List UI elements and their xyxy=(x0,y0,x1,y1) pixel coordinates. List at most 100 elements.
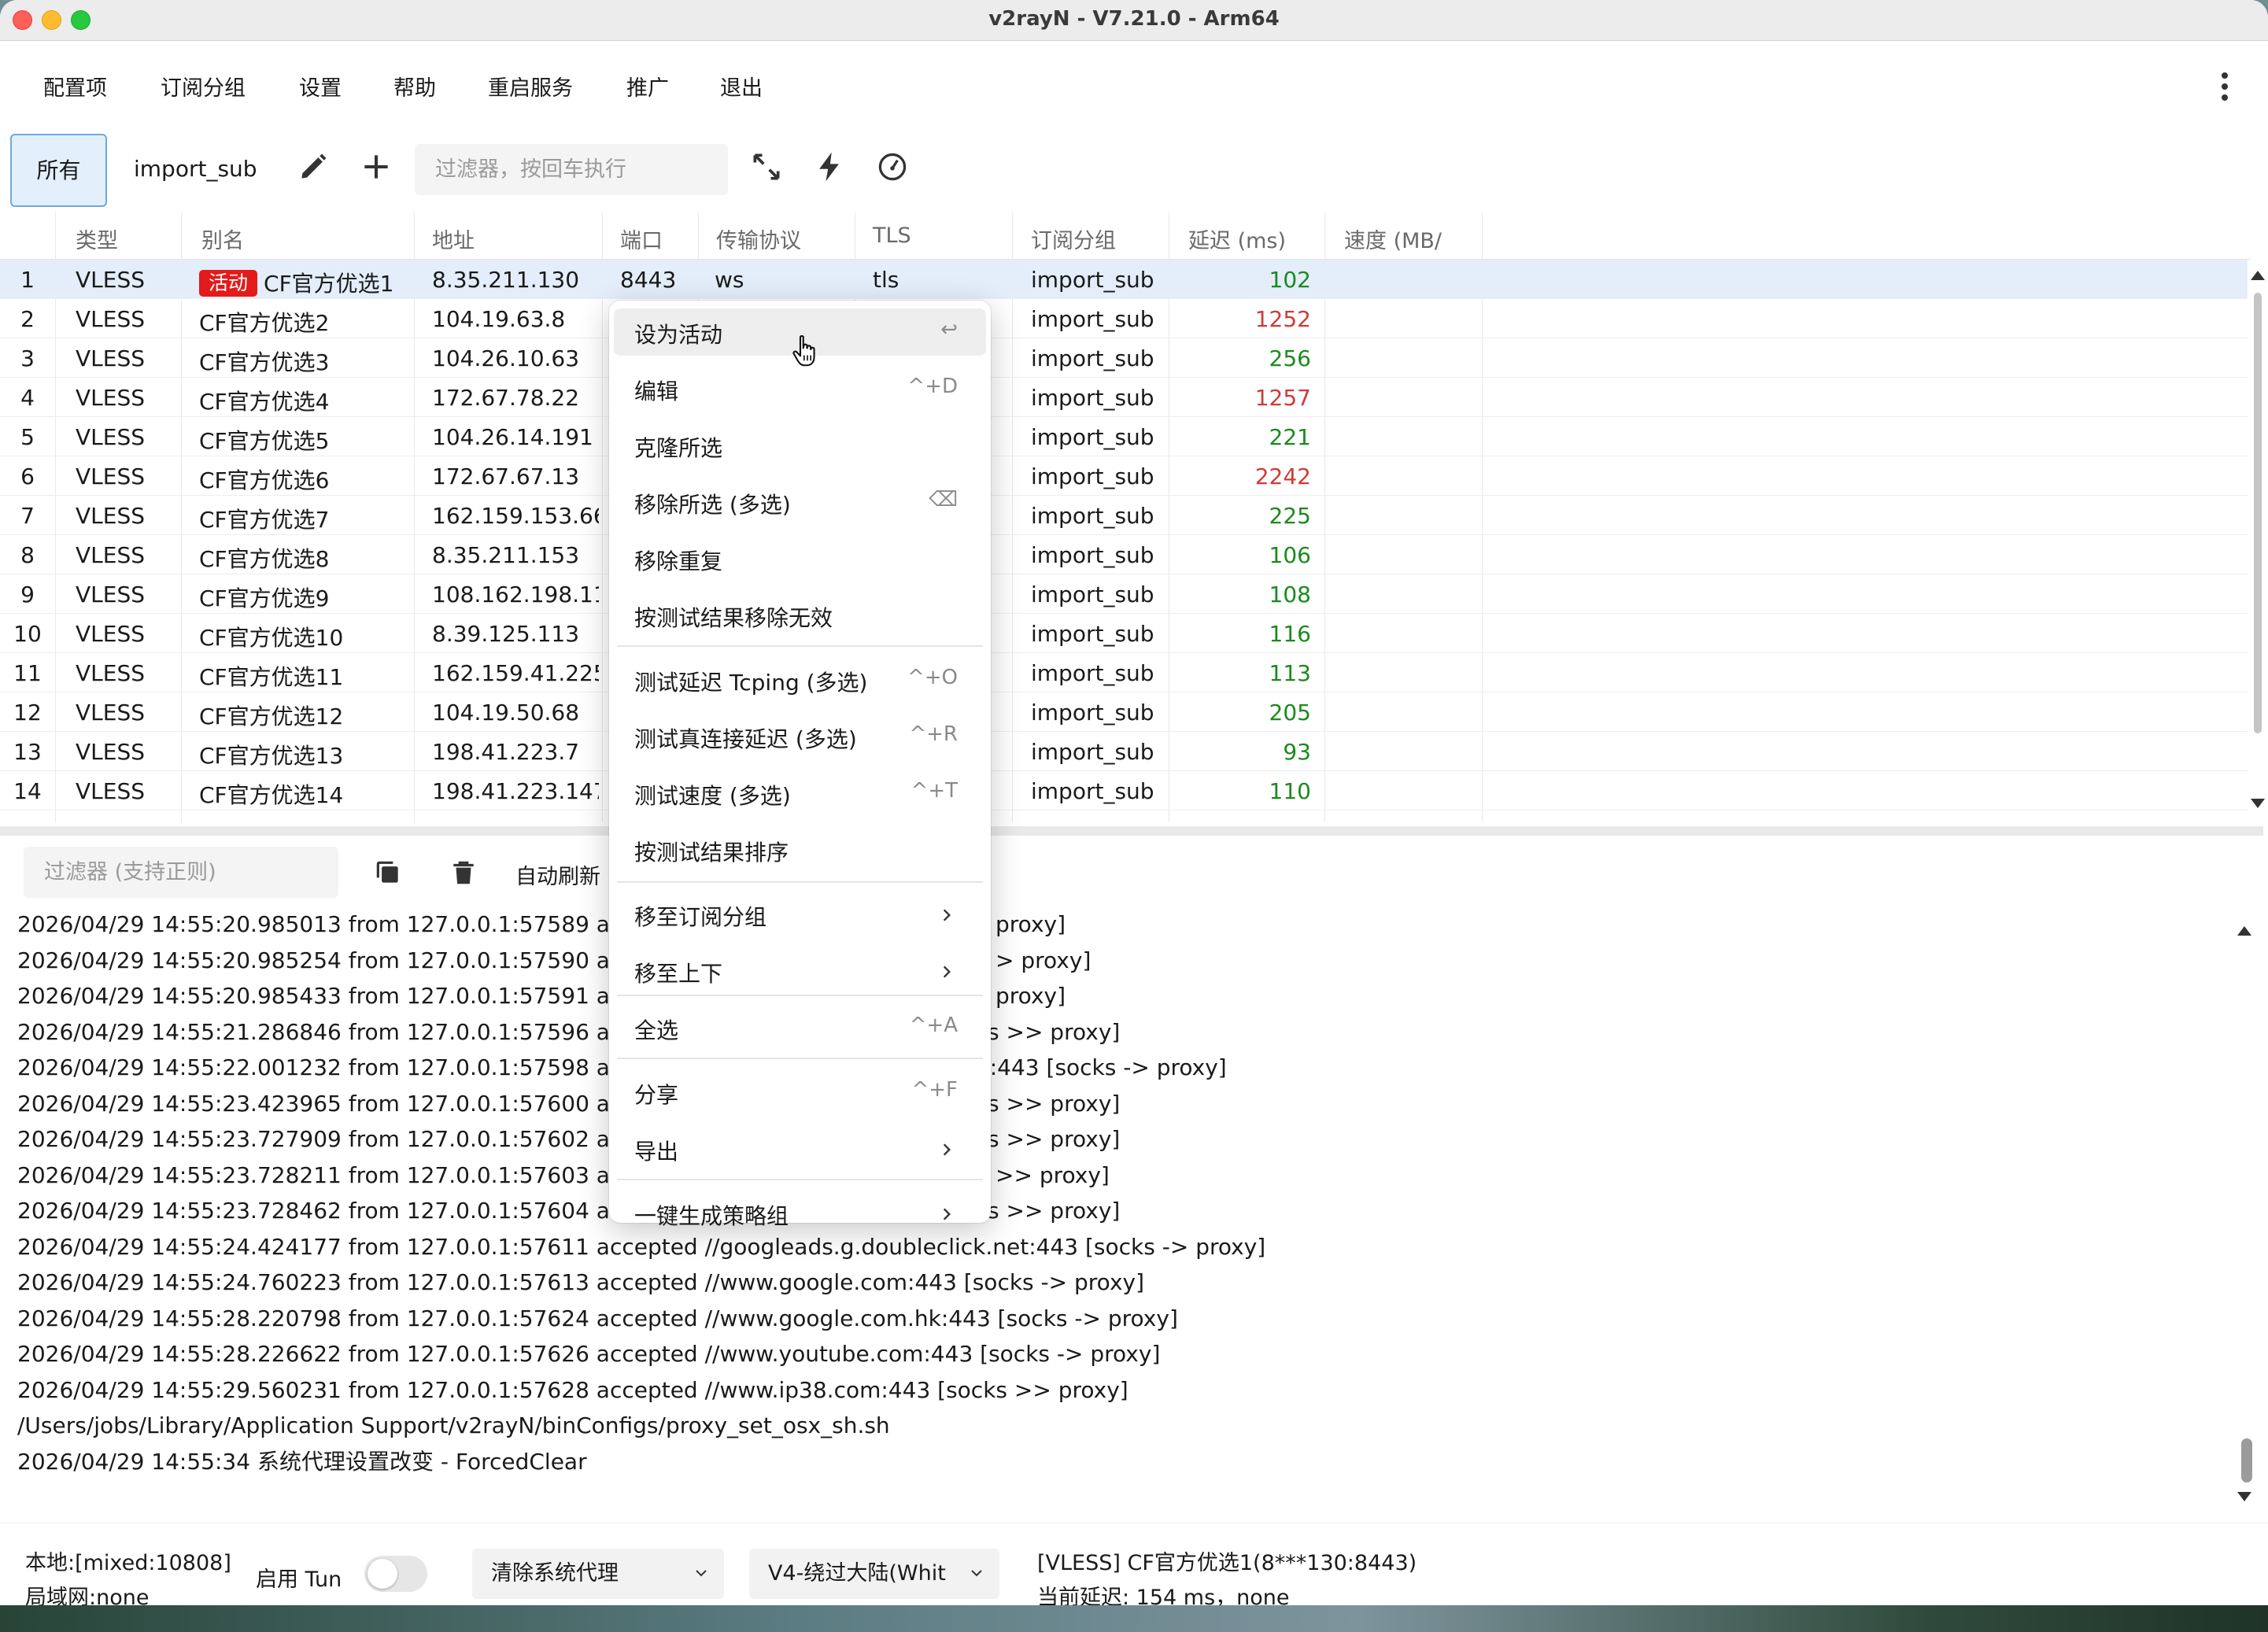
menu-item-remove-invalid[interactable]: 按测试结果移除无效 xyxy=(609,592,991,639)
table-row[interactable]: 11 VLESS CF官方优选11 162.159.41.225 import_sub 1… xyxy=(0,653,2248,692)
lightning-icon[interactable] xyxy=(812,150,847,184)
menu-item-label: 克隆所选 xyxy=(634,435,723,461)
server-table-header: 类型 别名 地址 端口 传输协议 TLS 订阅分组 延迟 (ms) 速度 (MB… xyxy=(0,212,2251,260)
menu-item-sort-by-result[interactable]: 按测试结果排序 xyxy=(609,826,991,873)
row-type: VLESS xyxy=(76,621,145,647)
menu-bar: 配置项 订阅分组 设置 帮助 重启服务 推广 退出 xyxy=(0,65,2268,109)
table-row[interactable]: 5 VLESS CF官方优选5 104.26.14.191 import_sub 221 xyxy=(0,417,2248,456)
column-alias[interactable]: 别名 xyxy=(201,223,244,254)
menu-item-edit[interactable]: 编辑 ^+D xyxy=(609,365,991,412)
menu-help[interactable]: 帮助 xyxy=(393,71,436,102)
table-row[interactable]: 7 VLESS CF官方优选7 162.159.153.66 import_sub 225 xyxy=(0,496,2248,535)
tab-import-sub[interactable]: import_sub xyxy=(134,156,257,182)
table-row[interactable]: 14 VLESS CF官方优选14 198.41.223.147 import_sub 1… xyxy=(0,771,2248,810)
row-index: 2 xyxy=(20,306,35,332)
table-row[interactable]: 12 VLESS CF官方优选12 104.19.50.68 import_sub 205 xyxy=(0,692,2248,732)
auto-refresh-label[interactable]: 自动刷新 xyxy=(515,859,600,890)
menu-item-shortcut: ↩ xyxy=(940,318,958,342)
menu-restart-service[interactable]: 重启服务 xyxy=(488,71,573,102)
speedometer-icon[interactable] xyxy=(875,150,910,184)
more-options-icon[interactable] xyxy=(2221,72,2229,101)
table-row[interactable]: 4 VLESS CF官方优选4 172.67.78.22 import_sub 1257 xyxy=(0,378,2248,417)
server-filter-input[interactable] xyxy=(415,144,728,195)
log-scroll-thumb[interactable] xyxy=(2241,1438,2252,1482)
log-scroll-down-icon[interactable] xyxy=(2237,1492,2251,1501)
table-row[interactable]: 13 VLESS CF官方优选13 198.41.223.7 import_sub 93 xyxy=(0,732,2248,771)
log-line-fragment: s >> proxy] xyxy=(988,1018,1121,1045)
log-line: 2026/04/29 14:55:28.226622 from 127.0.0.… xyxy=(17,1341,1161,1367)
expand-arrows-icon[interactable] xyxy=(749,150,784,184)
scroll-up-arrow-icon[interactable] xyxy=(2251,271,2265,280)
log-scroll-up-icon[interactable] xyxy=(2237,926,2251,936)
menu-item-shortcut: ^+F xyxy=(911,1078,958,1102)
menu-item-remove-duplicates[interactable]: 移除重复 xyxy=(609,535,991,582)
menu-promotion[interactable]: 推广 xyxy=(626,71,669,102)
table-row[interactable]: 6 VLESS CF官方优选6 172.67.67.13 import_sub 2242 xyxy=(0,456,2248,496)
row-address: 104.19.63.8 xyxy=(432,306,566,332)
tun-toggle[interactable] xyxy=(364,1556,427,1592)
system-proxy-select[interactable]: 清除系统代理 xyxy=(472,1549,724,1599)
chevron-right-icon xyxy=(943,1208,951,1220)
table-row[interactable]: 2 VLESS CF官方优选2 104.19.63.8 import_sub 1252 xyxy=(0,299,2248,338)
log-filter-input[interactable] xyxy=(24,847,338,898)
menu-item-test-real-delay[interactable]: 测试真连接延迟 (多选) ^+R xyxy=(609,713,991,760)
menu-item-move-to-group[interactable]: 移至订阅分组 xyxy=(609,891,991,938)
menu-exit[interactable]: 退出 xyxy=(720,71,763,102)
table-row[interactable]: 1 VLESS 活动 CF官方优选1 8.35.211.130 8443 ws tls impo… xyxy=(0,260,2248,299)
trash-icon[interactable] xyxy=(449,858,478,888)
row-address: 172.67.78.22 xyxy=(432,385,580,411)
routing-select[interactable]: V4-绕过大陆(Whit xyxy=(749,1549,999,1599)
row-address: 104.19.50.68 xyxy=(432,700,580,726)
column-address[interactable]: 地址 xyxy=(432,223,475,254)
column-type[interactable]: 类型 xyxy=(76,223,118,254)
menu-item-label: 全选 xyxy=(634,1017,679,1043)
table-row[interactable]: 10 VLESS CF官方优选10 8.39.125.113 import_sub 116 xyxy=(0,614,2248,653)
menu-item-clone-selected[interactable]: 克隆所选 xyxy=(609,422,991,469)
menu-item-remove-selected[interactable]: 移除所选 (多选) ⌫ xyxy=(609,478,991,526)
server-list-scroll-thumb[interactable] xyxy=(2254,293,2262,733)
row-type: VLESS xyxy=(76,542,145,568)
column-transport[interactable]: 传输协议 xyxy=(716,223,801,254)
menu-separator xyxy=(617,645,983,647)
context-menu: 设为活动 ↩ 编辑 ^+D 克隆所选 移除所选 (多选) ⌫ 移除重复 按测试结果移除无效 测试延… xyxy=(609,301,991,1229)
menu-item-share[interactable]: 分享 ^+F xyxy=(609,1069,991,1116)
column-subscription[interactable]: 订阅分组 xyxy=(1031,223,1116,254)
edit-pencil-icon[interactable] xyxy=(296,150,331,184)
row-transport: ws xyxy=(715,267,744,293)
menu-item-select-all[interactable]: 全选 ^+A xyxy=(609,1004,991,1051)
scroll-down-arrow-icon[interactable] xyxy=(2251,799,2265,808)
column-speed[interactable]: 速度 (MB/ xyxy=(1344,223,1445,254)
menu-item-move-up-down[interactable]: 移至上下 xyxy=(609,947,991,995)
row-delay: 108 xyxy=(1269,582,1311,607)
row-port: 8443 xyxy=(620,267,677,293)
row-address: 108.162.198.116 xyxy=(432,582,599,607)
menu-profiles[interactable]: 配置项 xyxy=(43,71,107,102)
menu-item-generate-policy-group[interactable]: 一键生成策略组 xyxy=(609,1190,991,1237)
menu-item-label: 测试速度 (多选) xyxy=(634,783,791,809)
menu-subscriptions[interactable]: 订阅分组 xyxy=(161,71,246,102)
menu-item-export[interactable]: 导出 xyxy=(609,1125,991,1172)
add-plus-icon[interactable] xyxy=(359,150,393,184)
tun-label: 启用 Tun xyxy=(256,1567,342,1592)
row-delay: 1252 xyxy=(1254,306,1311,332)
tab-all[interactable]: 所有 xyxy=(10,134,107,207)
row-index: 10 xyxy=(13,621,42,647)
menu-item-test-speed[interactable]: 测试速度 (多选) ^+T xyxy=(609,770,991,817)
menu-item-label: 导出 xyxy=(634,1139,679,1165)
row-index: 8 xyxy=(20,542,35,568)
copy-icon[interactable] xyxy=(373,858,403,888)
chevron-right-icon xyxy=(943,966,951,978)
menu-item-test-tcping[interactable]: 测试延迟 Tcping (多选) ^+O xyxy=(609,656,991,703)
table-row[interactable]: 9 VLESS CF官方优选9 108.162.198.116 import_sub 10… xyxy=(0,574,2248,614)
column-port[interactable]: 端口 xyxy=(620,223,663,254)
row-tls: tls xyxy=(873,267,899,293)
row-subscription: import_sub xyxy=(1031,463,1154,489)
column-delay[interactable]: 延迟 (ms) xyxy=(1188,223,1286,254)
routing-value: V4-绕过大陆(Whit xyxy=(768,1561,946,1586)
menu-settings[interactable]: 设置 xyxy=(299,71,342,102)
column-tls[interactable]: TLS xyxy=(873,223,911,248)
pane-splitter[interactable] xyxy=(0,826,2263,836)
table-row[interactable]: 3 VLESS CF官方优选3 104.26.10.63 import_sub 256 xyxy=(0,338,2248,378)
menu-item-shortcut: ^+R xyxy=(909,722,958,746)
table-row[interactable]: 8 VLESS CF官方优选8 8.35.211.153 import_sub 106 xyxy=(0,535,2248,574)
